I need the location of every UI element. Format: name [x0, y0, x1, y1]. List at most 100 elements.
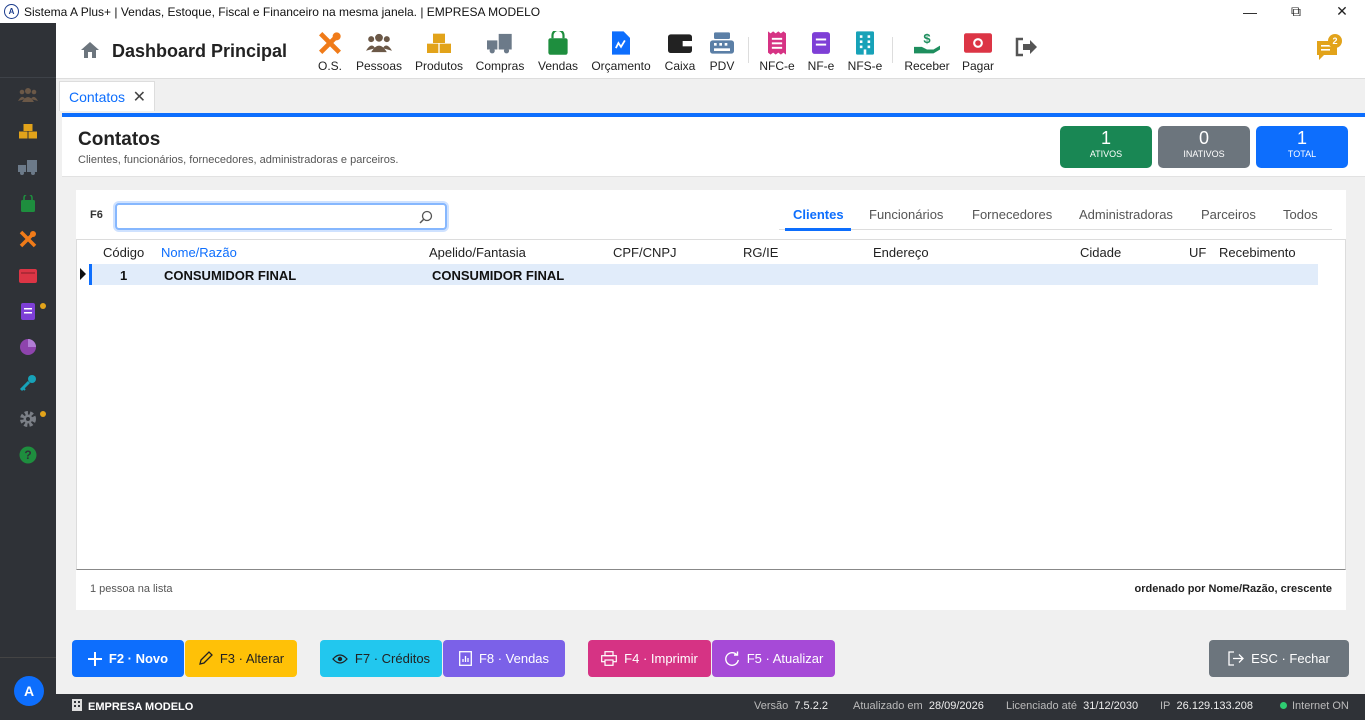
printer-icon [601, 651, 618, 666]
toolbar-orcamento[interactable]: Orçamento [591, 29, 651, 73]
svg-text:$: $ [923, 31, 931, 46]
file-chart-icon [612, 31, 630, 55]
tools-icon [19, 230, 37, 248]
search-input[interactable] [115, 203, 447, 230]
avatar[interactable]: A [14, 676, 44, 706]
online-status-icon [1280, 702, 1287, 709]
sidebar-item-caixa[interactable] [18, 265, 38, 285]
sidebar-item-produtos[interactable] [18, 121, 38, 141]
toolbar-os[interactable]: O.S. [316, 29, 344, 73]
toolbar-pagar-label: Pagar [961, 59, 995, 73]
toolbar-nfce[interactable]: NFC-e [759, 29, 795, 73]
plus-icon [87, 651, 102, 666]
toolbar-vendas[interactable]: Vendas [537, 29, 579, 73]
column-header-codigo[interactable]: Código [103, 245, 144, 260]
toolbar-produtos[interactable]: Produtos [414, 29, 464, 73]
close-tab-icon[interactable]: ✕ [133, 87, 146, 107]
sidebar-item-compras[interactable] [18, 157, 38, 177]
toolbar-nfe-label: NF-e [807, 59, 835, 73]
stat-ativos[interactable]: 1 ATIVOS [1060, 126, 1152, 168]
stat-total[interactable]: 1 TOTAL [1256, 126, 1348, 168]
sidebar-item-acesso[interactable] [18, 373, 38, 393]
status-updated-value: 28/09/2026 [928, 700, 984, 712]
cash-register-icon [710, 32, 734, 54]
atualizar-button[interactable]: F5 · Atualizar [712, 640, 835, 677]
home-button[interactable] [80, 41, 100, 62]
building-icon [72, 699, 82, 711]
shopping-bag-icon [21, 194, 35, 212]
toolbar-nfe[interactable]: NF-e [808, 29, 834, 73]
imprimir-button[interactable]: F4 · Imprimir [588, 640, 711, 677]
status-ip: IP 26.129.133.208 [1160, 700, 1253, 712]
sidebar-item-ajuda[interactable]: ? [18, 445, 38, 465]
toolbar-pagar[interactable]: Pagar [962, 29, 994, 73]
tab-parceiros[interactable]: Parceiros [1201, 207, 1256, 222]
stat-inativos-caption: INATIVOS [1183, 149, 1225, 159]
toolbar-divider [748, 37, 749, 63]
help-icon: ? [19, 446, 37, 464]
novo-button[interactable]: F2 · Novo [72, 640, 184, 677]
column-header-cidade[interactable]: Cidade [1080, 245, 1121, 260]
wallet-icon [19, 268, 37, 283]
toolbar-compras-label: Compras [475, 59, 525, 73]
exit-icon [1228, 651, 1245, 666]
fechar-button[interactable]: ESC · Fechar [1209, 640, 1349, 677]
nfe-alert-dot [40, 303, 46, 309]
creditos-button-label: F7 · Créditos [354, 651, 431, 666]
sidebar-item-relatorios[interactable] [18, 337, 38, 357]
tab-funcionarios[interactable]: Funcionários [869, 207, 943, 222]
column-header-endereco[interactable]: Endereço [873, 245, 929, 260]
status-internet: Internet ON [1280, 700, 1349, 712]
money-icon [964, 33, 992, 53]
document-icon [812, 32, 830, 54]
sidebar-item-pessoas[interactable] [18, 85, 38, 105]
toolbar-compras[interactable]: Compras [475, 29, 525, 73]
tab-todos[interactable]: Todos [1283, 207, 1318, 222]
toolbar-receber[interactable]: $ Receber [904, 29, 950, 73]
sidebar-item-vendas[interactable] [18, 193, 38, 213]
column-header-cpf[interactable]: CPF/CNPJ [613, 245, 677, 260]
toolbar-os-label: O.S. [317, 59, 342, 73]
sort-info: ordenado por Nome/Razão, crescente [1134, 583, 1332, 595]
status-version: Versão 7.5.2.2 [754, 700, 828, 712]
maximize-button[interactable]: ⧉ [1273, 0, 1319, 23]
eye-icon [332, 653, 348, 664]
column-header-rg[interactable]: RG/IE [743, 245, 778, 260]
stat-ativos-caption: ATIVOS [1089, 149, 1123, 159]
toolbar-pessoas[interactable]: Pessoas [356, 29, 402, 73]
toolbar-nfse-label: NFS-e [847, 59, 883, 73]
gear-icon [20, 411, 36, 427]
toolbar-nfse[interactable]: NFS-e [847, 29, 883, 73]
alterar-button[interactable]: F3 · Alterar [185, 640, 297, 677]
column-header-apelido[interactable]: Apelido/Fantasia [429, 245, 526, 260]
toolbar-caixa[interactable]: Caixa [665, 29, 695, 73]
minimize-button[interactable]: — [1227, 0, 1273, 23]
toolbar-pdv-label: PDV [709, 59, 735, 73]
hand-dollar-icon: $ [914, 31, 940, 54]
tab-clientes[interactable]: Clientes [793, 207, 844, 222]
logout-button[interactable] [1014, 37, 1038, 57]
stat-total-caption: TOTAL [1287, 149, 1317, 159]
filter-tabs: Clientes Funcionários Fornecedores Admin… [779, 198, 1332, 231]
toolbar-produtos-label: Produtos [414, 59, 464, 73]
stat-total-value: 1 [1296, 128, 1307, 148]
stat-inativos[interactable]: 0 INATIVOS [1158, 126, 1250, 168]
stat-ativos-value: 1 [1100, 128, 1111, 148]
creditos-button[interactable]: F7 · Créditos [320, 640, 442, 677]
close-window-button[interactable]: ✕ [1319, 0, 1365, 23]
sidebar-item-configuracoes[interactable] [18, 409, 38, 429]
notification-count-badge: 2 [1328, 34, 1342, 48]
column-header-uf[interactable]: UF [1189, 245, 1206, 260]
tab-contatos[interactable]: Contatos ✕ [59, 81, 155, 111]
status-license-value: 31/12/2030 [1083, 700, 1139, 712]
sidebar-item-nfe[interactable] [18, 301, 38, 321]
column-header-recebimento[interactable]: Recebimento [1219, 245, 1296, 260]
toolbar-vendas-label: Vendas [537, 59, 579, 73]
vendas-button[interactable]: F8 · Vendas [443, 640, 565, 677]
receipt-icon [768, 31, 786, 55]
tab-administradoras[interactable]: Administradoras [1079, 207, 1173, 222]
toolbar-pdv[interactable]: PDV [709, 29, 735, 73]
tab-fornecedores[interactable]: Fornecedores [972, 207, 1052, 222]
sidebar-item-os[interactable] [18, 229, 38, 249]
column-header-nome[interactable]: Nome/Razão [161, 245, 237, 260]
